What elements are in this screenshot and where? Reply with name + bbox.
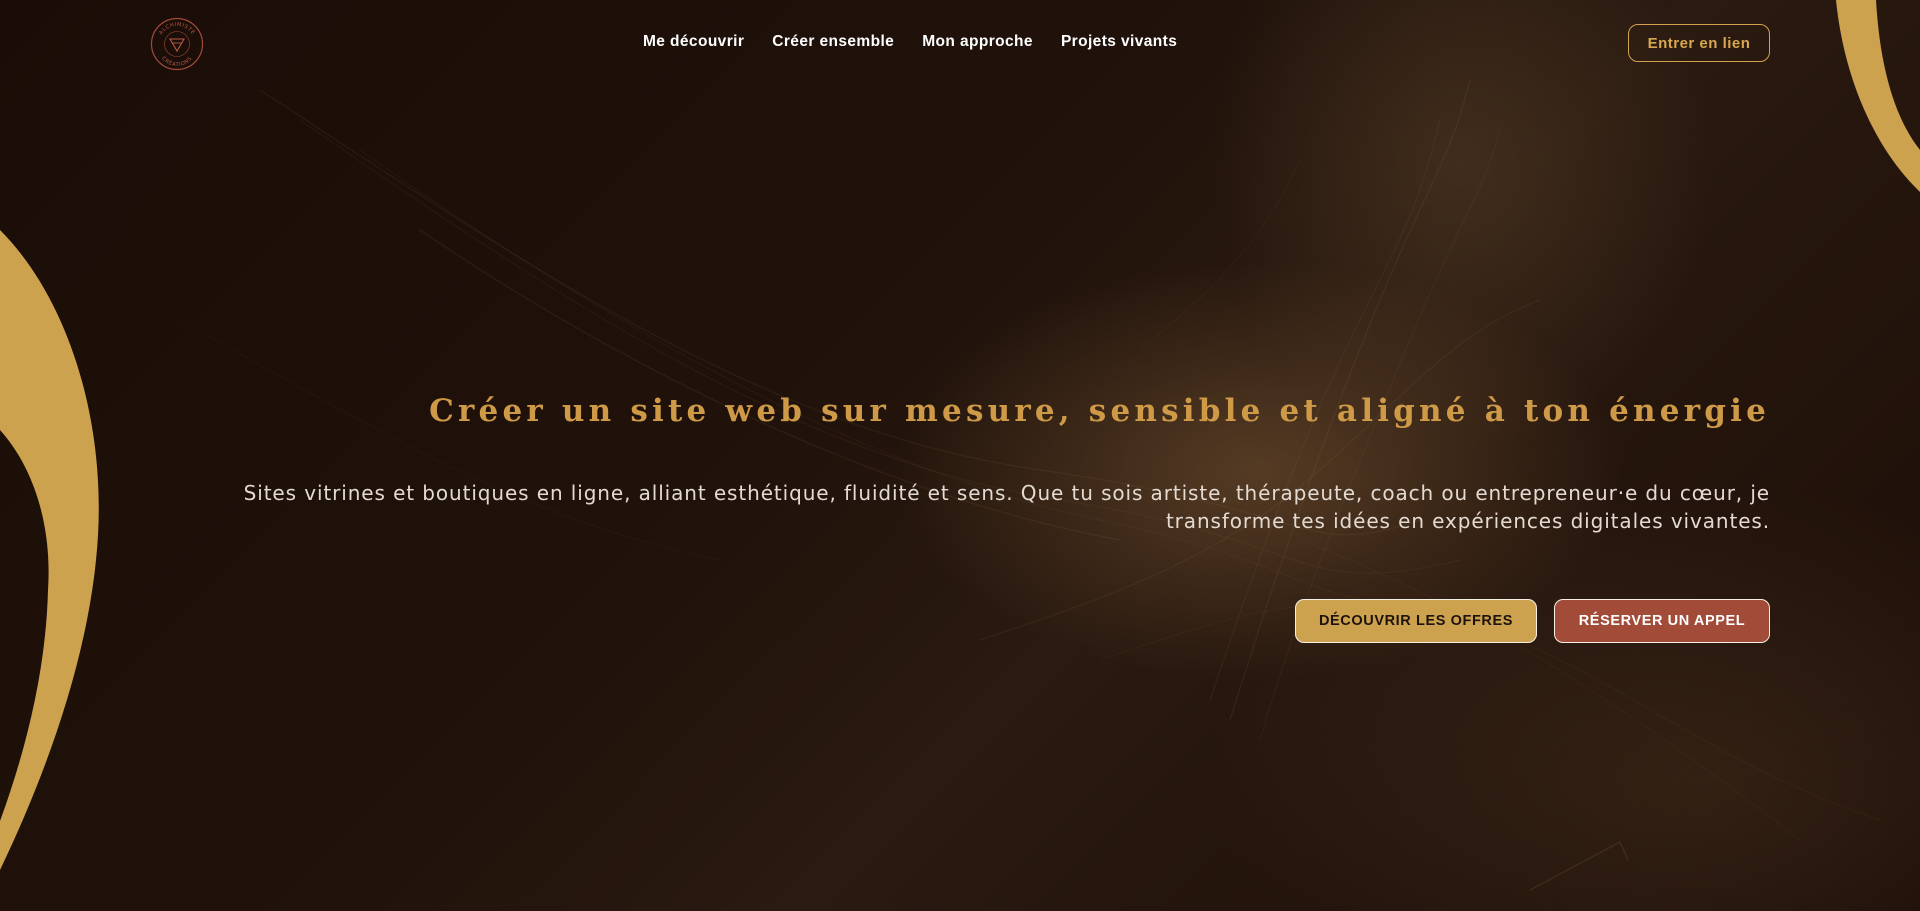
logo-text-top: ALCHIMISTE bbox=[158, 22, 195, 36]
discover-offers-button[interactable]: DÉCOUVRIR LES OFFRES bbox=[1295, 599, 1537, 643]
hero-title: Créer un site web sur mesure, sensible e… bbox=[429, 393, 1770, 429]
hero-buttons: DÉCOUVRIR LES OFFRES RÉSERVER UN APPEL bbox=[1295, 599, 1770, 643]
nav-item-mon-approche[interactable]: Mon approche bbox=[922, 33, 1033, 51]
triangle-emblem-icon bbox=[169, 38, 185, 53]
nav-item-me-decouvrir[interactable]: Me découvrir bbox=[643, 33, 744, 51]
hero-subtitle: Sites vitrines et boutiques en ligne, al… bbox=[210, 479, 1770, 535]
hero-subtitle-line-2: transforme tes idées en expériences digi… bbox=[1165, 509, 1770, 533]
contact-button[interactable]: Entrer en lien bbox=[1628, 24, 1770, 62]
brand-logo[interactable]: ALCHIMISTE CRÉATIONS bbox=[150, 17, 204, 71]
background-texture bbox=[179, 79, 1881, 891]
svg-text:ALCHIMISTE: ALCHIMISTE bbox=[158, 22, 196, 36]
nav-item-creer-ensemble[interactable]: Créer ensemble bbox=[772, 33, 894, 51]
main-navigation: Me découvrir Créer ensemble Mon approche… bbox=[643, 33, 1177, 51]
nav-item-projets-vivants[interactable]: Projets vivants bbox=[1061, 33, 1177, 51]
book-call-button[interactable]: RÉSERVER UN APPEL bbox=[1554, 599, 1770, 643]
decorative-arc-right bbox=[1836, 0, 1920, 192]
page: ALCHIMISTE CRÉATIONS Me découvrir Créer … bbox=[0, 0, 1920, 911]
decorative-arc-left bbox=[0, 230, 99, 870]
hero-subtitle-line-1: Sites vitrines et boutiques en ligne, al… bbox=[243, 481, 1770, 505]
